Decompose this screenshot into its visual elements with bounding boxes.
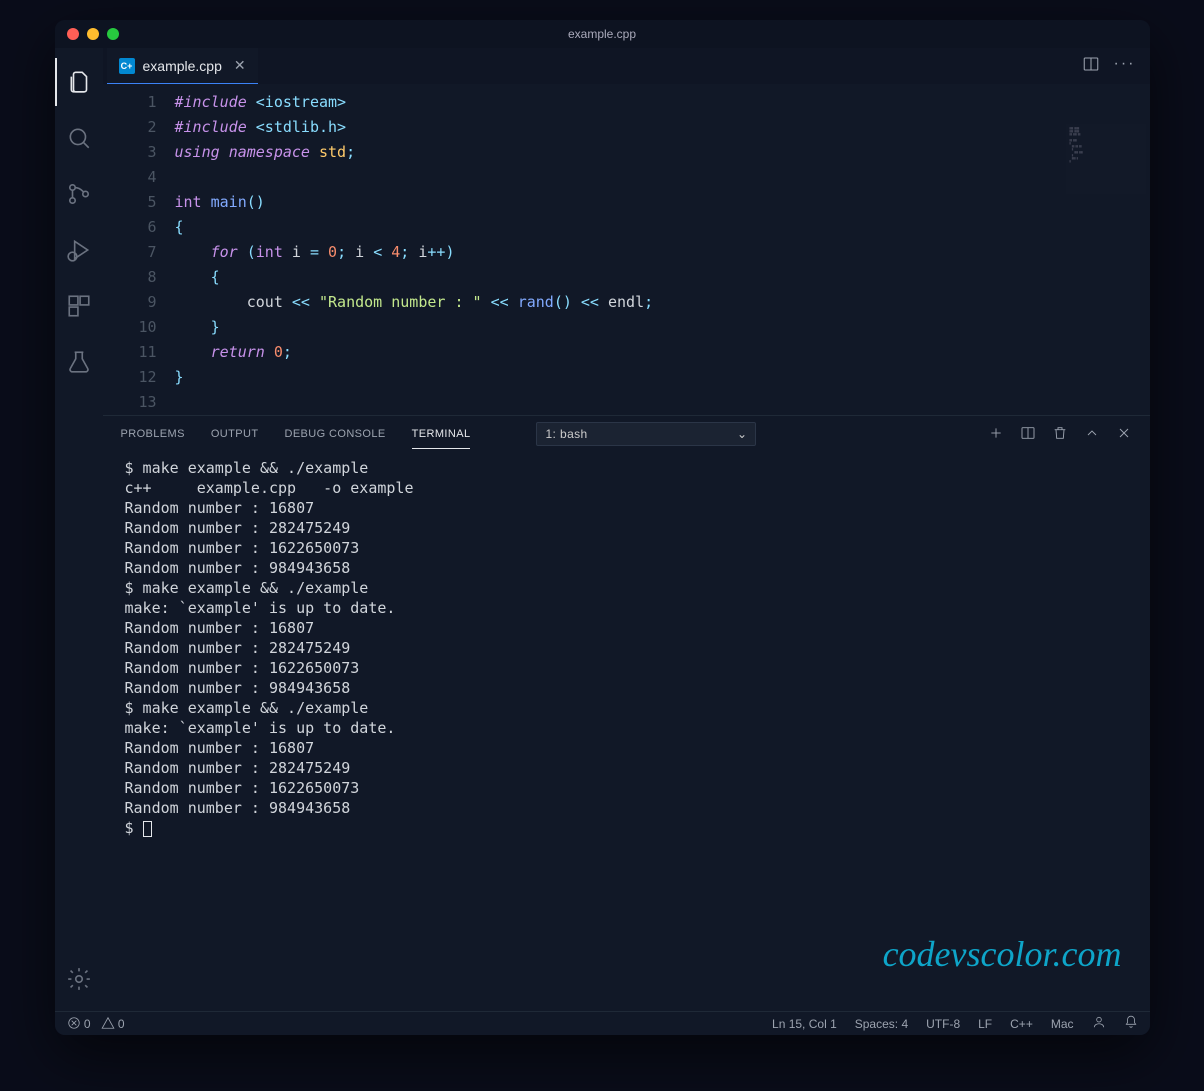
status-os[interactable]: Mac xyxy=(1051,1017,1074,1031)
vscode-window: example.cpp C+ example.cpp ✕ ··· xyxy=(55,20,1150,1035)
feedback-icon[interactable] xyxy=(1092,1015,1106,1032)
notifications-bell-icon[interactable] xyxy=(1124,1015,1138,1032)
panel-tabbar: PROBLEMS OUTPUT DEBUG CONSOLE TERMINAL 1… xyxy=(103,416,1150,452)
split-terminal-icon[interactable] xyxy=(1020,425,1036,444)
status-eol[interactable]: LF xyxy=(978,1017,992,1031)
window-controls xyxy=(67,28,119,40)
close-panel-icon[interactable] xyxy=(1116,425,1132,444)
source-control-icon[interactable] xyxy=(55,170,103,218)
chevron-down-icon: ⌄ xyxy=(737,427,747,441)
status-warnings[interactable]: 0 xyxy=(101,1016,125,1031)
terminal-output[interactable]: $ make example && ./examplec++ example.c… xyxy=(103,452,1150,1011)
more-actions-icon[interactable]: ··· xyxy=(1114,55,1136,78)
split-editor-icon[interactable] xyxy=(1082,55,1100,78)
maximize-window-button[interactable] xyxy=(107,28,119,40)
status-language[interactable]: C++ xyxy=(1010,1017,1033,1031)
search-icon[interactable] xyxy=(55,114,103,162)
window-title: example.cpp xyxy=(568,27,636,41)
cpp-file-icon: C+ xyxy=(119,58,135,74)
bottom-panel: PROBLEMS OUTPUT DEBUG CONSOLE TERMINAL 1… xyxy=(103,415,1150,1011)
terminal-selector-label: 1: bash xyxy=(545,427,587,441)
tab-example-cpp[interactable]: C+ example.cpp ✕ xyxy=(107,48,258,84)
close-window-button[interactable] xyxy=(67,28,79,40)
status-encoding[interactable]: UTF-8 xyxy=(926,1017,960,1031)
chevron-up-icon[interactable] xyxy=(1084,425,1100,444)
trash-icon[interactable] xyxy=(1052,425,1068,444)
activity-bar xyxy=(55,48,103,1011)
debug-icon[interactable] xyxy=(55,226,103,274)
panel-tab-output[interactable]: OUTPUT xyxy=(211,420,259,448)
testing-icon[interactable] xyxy=(55,338,103,386)
status-indentation[interactable]: Spaces: 4 xyxy=(855,1017,908,1031)
line-numbers: 12345678910111213 xyxy=(103,90,175,415)
status-cursor-position[interactable]: Ln 15, Col 1 xyxy=(772,1017,837,1031)
terminal-selector[interactable]: 1: bash ⌄ xyxy=(536,422,756,446)
tab-filename: example.cpp xyxy=(143,58,222,74)
editor-tabs: C+ example.cpp ✕ ··· xyxy=(103,48,1150,84)
code-area[interactable]: #include <iostream>#include <stdlib.h>us… xyxy=(175,90,1150,415)
panel-tab-debug-console[interactable]: DEBUG CONSOLE xyxy=(284,420,385,448)
settings-gear-icon[interactable] xyxy=(55,955,103,1003)
titlebar[interactable]: example.cpp xyxy=(55,20,1150,48)
close-tab-icon[interactable]: ✕ xyxy=(234,57,246,74)
panel-tab-problems[interactable]: PROBLEMS xyxy=(121,420,185,448)
panel-tab-terminal[interactable]: TERMINAL xyxy=(412,420,471,449)
new-terminal-icon[interactable] xyxy=(988,425,1004,444)
status-bar: 0 0 Ln 15, Col 1 Spaces: 4 UTF-8 LF C++ … xyxy=(55,1011,1150,1035)
status-errors[interactable]: 0 xyxy=(67,1016,91,1031)
explorer-icon[interactable] xyxy=(55,58,103,106)
editor[interactable]: 12345678910111213 #include <iostream>#in… xyxy=(103,84,1150,415)
minimap[interactable]: ███ ███████ ██████ ███ ████ ████ ██ ██ █… xyxy=(1066,124,1146,194)
extensions-icon[interactable] xyxy=(55,282,103,330)
minimize-window-button[interactable] xyxy=(87,28,99,40)
